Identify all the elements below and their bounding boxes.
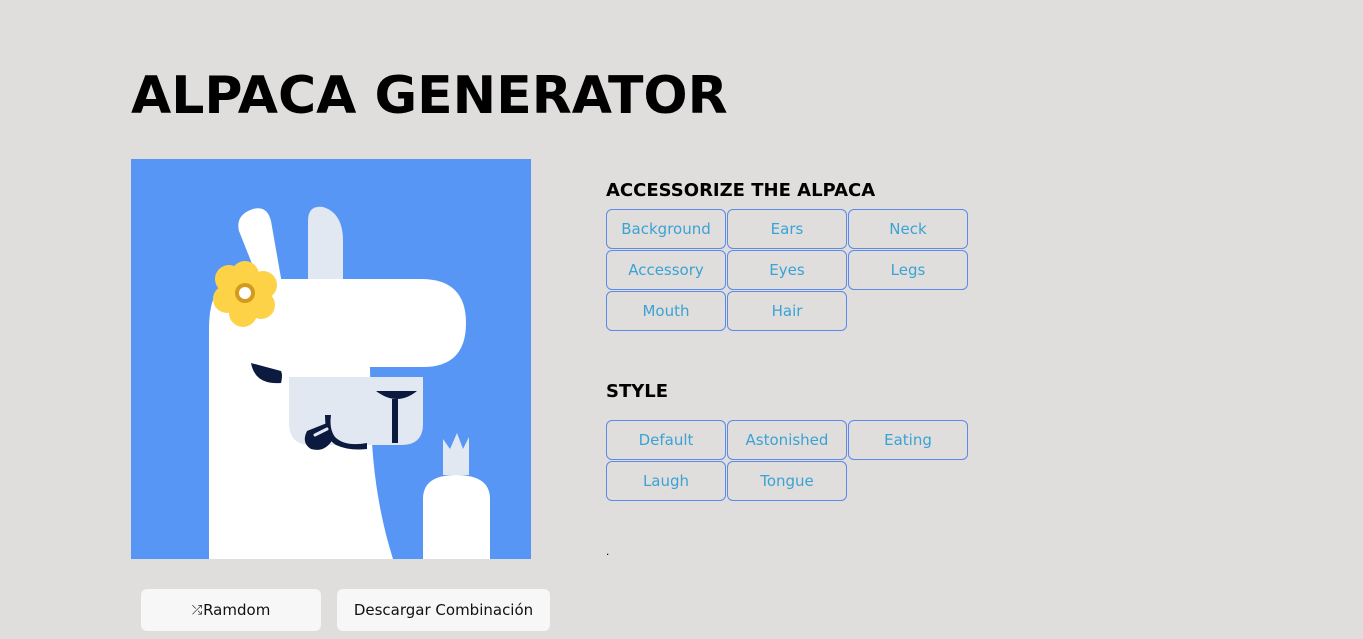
download-button[interactable]: Descargar Combinación (337, 589, 550, 631)
status-text: . (606, 544, 610, 558)
accessorize-eyes-button[interactable]: Eyes (727, 250, 847, 290)
accessorize-accessory-button[interactable]: Accessory (606, 250, 726, 290)
alpaca-leg (423, 475, 490, 559)
alpaca-image (131, 159, 531, 559)
style-laugh-button[interactable]: Laugh (606, 461, 726, 501)
accessorize-background-button[interactable]: Background (606, 209, 726, 249)
accessorize-hair-button[interactable]: Hair (727, 291, 847, 331)
accessorize-buttons: Background Ears Neck Accessory Eyes Legs… (606, 209, 1006, 331)
alpaca-preview (131, 159, 531, 559)
style-buttons: Default Astonished Eating Laugh Tongue (606, 420, 1006, 501)
page-title: ALPACA GENERATOR (131, 66, 728, 126)
page: ALPACA GENERATOR ACCESSORIZE THE ALPACA … (0, 0, 1363, 639)
accessorize-section: ACCESSORIZE THE ALPACA Background Ears N… (606, 180, 1006, 331)
style-astonished-button[interactable]: Astonished (727, 420, 847, 460)
options-panel: ACCESSORIZE THE ALPACA Background Ears N… (606, 180, 1006, 501)
style-section: STYLE Default Astonished Eating Laugh To… (606, 381, 1006, 501)
accessorize-heading: ACCESSORIZE THE ALPACA (606, 180, 876, 201)
accessorize-neck-button[interactable]: Neck (848, 209, 968, 249)
alpaca-nose-line (392, 399, 398, 443)
accessorize-ears-button[interactable]: Ears (727, 209, 847, 249)
random-button[interactable]: ⤮ Ramdom (141, 589, 321, 631)
style-heading: STYLE (606, 381, 669, 402)
style-eating-button[interactable]: Eating (848, 420, 968, 460)
style-tongue-button[interactable]: Tongue (727, 461, 847, 501)
shuffle-icon: ⤮ (191, 602, 203, 618)
random-button-label: Ramdom (203, 601, 271, 619)
style-default-button[interactable]: Default (606, 420, 726, 460)
accessorize-mouth-button[interactable]: Mouth (606, 291, 726, 331)
accessorize-legs-button[interactable]: Legs (848, 250, 968, 290)
